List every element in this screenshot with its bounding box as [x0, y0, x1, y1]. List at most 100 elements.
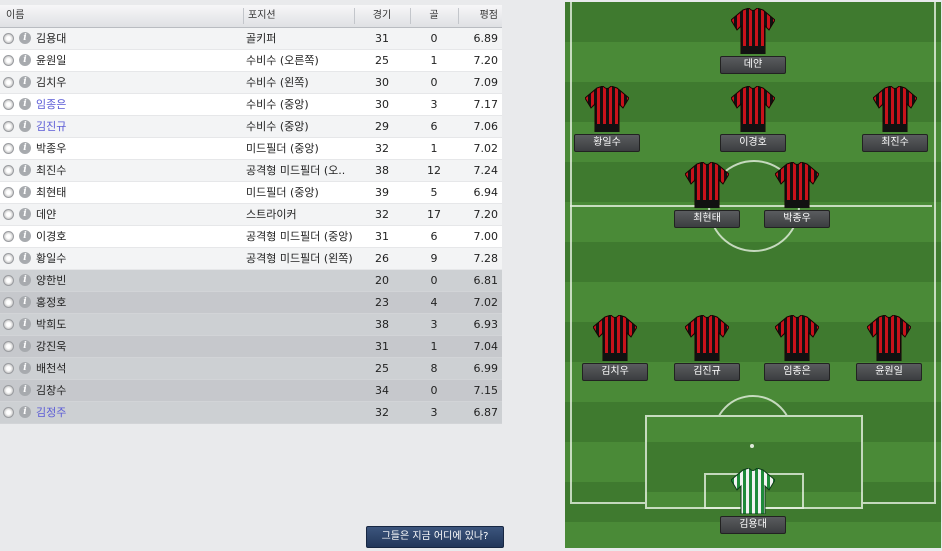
player-name[interactable]: 김용대 [36, 28, 236, 49]
table-row[interactable]: i 윤원일 수비수 (오른쪽) 25 1 7.20 [0, 50, 502, 72]
player-name[interactable]: 홍정호 [36, 292, 236, 313]
table-row[interactable]: i 김진규 수비수 (중앙) 29 6 7.06 [0, 116, 502, 138]
column-header-name[interactable]: 이름 [6, 5, 24, 27]
player-name-label[interactable]: 김용대 [720, 516, 786, 534]
player-name-label[interactable]: 최진수 [862, 134, 928, 152]
table-row[interactable]: i 황일수 공격형 미드필더 (왼쪽) 26 9 7.28 [0, 248, 502, 270]
shirt-icon[interactable] [731, 86, 775, 132]
table-row[interactable]: i 최진수 공격형 미드필더 (오.. 38 12 7.24 [0, 160, 502, 182]
info-icon[interactable]: i [19, 186, 31, 198]
shirt-icon[interactable] [731, 8, 775, 54]
table-row[interactable]: i 양한빈 20 0 6.81 [0, 270, 502, 292]
select-circle-icon[interactable] [3, 77, 14, 88]
info-icon[interactable]: i [19, 142, 31, 154]
table-row[interactable]: i 최현태 미드필더 (중앙) 39 5 6.94 [0, 182, 502, 204]
table-row[interactable]: i 이경호 공격형 미드필더 (중앙) 31 6 7.00 [0, 226, 502, 248]
player-name-label[interactable]: 김치우 [582, 363, 648, 381]
player-name[interactable]: 최진수 [36, 160, 236, 181]
select-circle-icon[interactable] [3, 231, 14, 242]
player-name[interactable]: 이경호 [36, 226, 236, 247]
player-name[interactable]: 김정주 [36, 402, 236, 423]
pitch-player-striker[interactable]: 데얀 [717, 8, 789, 74]
info-icon[interactable]: i [19, 340, 31, 352]
select-circle-icon[interactable] [3, 341, 14, 352]
select-circle-icon[interactable] [3, 209, 14, 220]
info-icon[interactable]: i [19, 406, 31, 418]
info-icon[interactable]: i [19, 274, 31, 286]
info-icon[interactable]: i [19, 318, 31, 330]
shirt-icon[interactable] [585, 86, 629, 132]
pitch-player-center-am[interactable]: 이경호 [717, 86, 789, 152]
info-icon[interactable]: i [19, 252, 31, 264]
player-name[interactable]: 양한빈 [36, 270, 236, 291]
shirt-icon[interactable] [873, 86, 917, 132]
player-name-label[interactable]: 임종은 [764, 363, 830, 381]
pitch-player-center-back-left[interactable]: 김진규 [671, 315, 743, 381]
pitch-player-center-back-right[interactable]: 임종은 [761, 315, 833, 381]
table-row[interactable]: i 박종우 미드필더 (중앙) 32 1 7.02 [0, 138, 502, 160]
player-name[interactable]: 임종은 [36, 94, 236, 115]
pitch-player-goalkeeper[interactable]: 김용대 [717, 468, 789, 534]
table-row[interactable]: i 김용대 골키퍼 31 0 6.89 [0, 28, 502, 50]
info-icon[interactable]: i [19, 32, 31, 44]
pitch-player-right-am[interactable]: 최진수 [859, 86, 931, 152]
table-row[interactable]: i 홍정호 23 4 7.02 [0, 292, 502, 314]
shirt-icon[interactable] [775, 315, 819, 361]
select-circle-icon[interactable] [3, 165, 14, 176]
pitch-player-center-mid-left[interactable]: 최현태 [671, 162, 743, 228]
player-name-label[interactable]: 최현태 [674, 210, 740, 228]
player-name[interactable]: 박희도 [36, 314, 236, 335]
pitch-player-left-am[interactable]: 황일수 [571, 86, 643, 152]
column-header-goals[interactable]: 골 [410, 5, 458, 27]
shirt-icon[interactable] [775, 162, 819, 208]
player-name[interactable]: 배천석 [36, 358, 236, 379]
select-circle-icon[interactable] [3, 407, 14, 418]
table-row[interactable]: i 배천석 25 8 6.99 [0, 358, 502, 380]
player-name-label[interactable]: 황일수 [574, 134, 640, 152]
select-circle-icon[interactable] [3, 99, 14, 110]
shirt-icon[interactable] [867, 315, 911, 361]
player-name[interactable]: 윤원일 [36, 50, 236, 71]
info-icon[interactable]: i [19, 54, 31, 66]
player-name[interactable]: 데얀 [36, 204, 236, 225]
info-icon[interactable]: i [19, 98, 31, 110]
player-name[interactable]: 최현태 [36, 182, 236, 203]
table-row[interactable]: i 박희도 38 3 6.93 [0, 314, 502, 336]
select-circle-icon[interactable] [3, 253, 14, 264]
select-circle-icon[interactable] [3, 297, 14, 308]
select-circle-icon[interactable] [3, 319, 14, 330]
column-header-apps[interactable]: 경기 [356, 5, 408, 27]
pitch-player-left-back[interactable]: 김치우 [579, 315, 651, 381]
select-circle-icon[interactable] [3, 187, 14, 198]
shirt-icon[interactable] [685, 162, 729, 208]
info-icon[interactable]: i [19, 362, 31, 374]
player-name[interactable]: 황일수 [36, 248, 236, 269]
info-icon[interactable]: i [19, 164, 31, 176]
select-circle-icon[interactable] [3, 33, 14, 44]
pitch-player-right-back[interactable]: 윤원일 [853, 315, 925, 381]
player-name-label[interactable]: 윤원일 [856, 363, 922, 381]
shirt-icon[interactable] [685, 315, 729, 361]
player-name[interactable]: 박종우 [36, 138, 236, 159]
table-row[interactable]: i 임종은 수비수 (중앙) 30 3 7.17 [0, 94, 502, 116]
info-icon[interactable]: i [19, 230, 31, 242]
table-row[interactable]: i 강진욱 31 1 7.04 [0, 336, 502, 358]
shirt-icon[interactable] [731, 468, 775, 514]
select-circle-icon[interactable] [3, 363, 14, 374]
table-row[interactable]: i 데얀 스트라이커 32 17 7.20 [0, 204, 502, 226]
info-icon[interactable]: i [19, 120, 31, 132]
column-header-position[interactable]: 포지션 [248, 5, 276, 27]
info-icon[interactable]: i [19, 208, 31, 220]
shirt-icon[interactable] [593, 315, 637, 361]
player-name-label[interactable]: 김진규 [674, 363, 740, 381]
select-circle-icon[interactable] [3, 385, 14, 396]
table-row[interactable]: i 김치우 수비수 (왼쪽) 30 0 7.09 [0, 72, 502, 94]
select-circle-icon[interactable] [3, 275, 14, 286]
player-name-label[interactable]: 이경호 [720, 134, 786, 152]
select-circle-icon[interactable] [3, 55, 14, 66]
info-icon[interactable]: i [19, 76, 31, 88]
where-are-they-now-button[interactable]: 그들은 지금 어디에 있나? [366, 526, 504, 548]
player-name[interactable]: 강진욱 [36, 336, 236, 357]
select-circle-icon[interactable] [3, 143, 14, 154]
player-name-label[interactable]: 박종우 [764, 210, 830, 228]
